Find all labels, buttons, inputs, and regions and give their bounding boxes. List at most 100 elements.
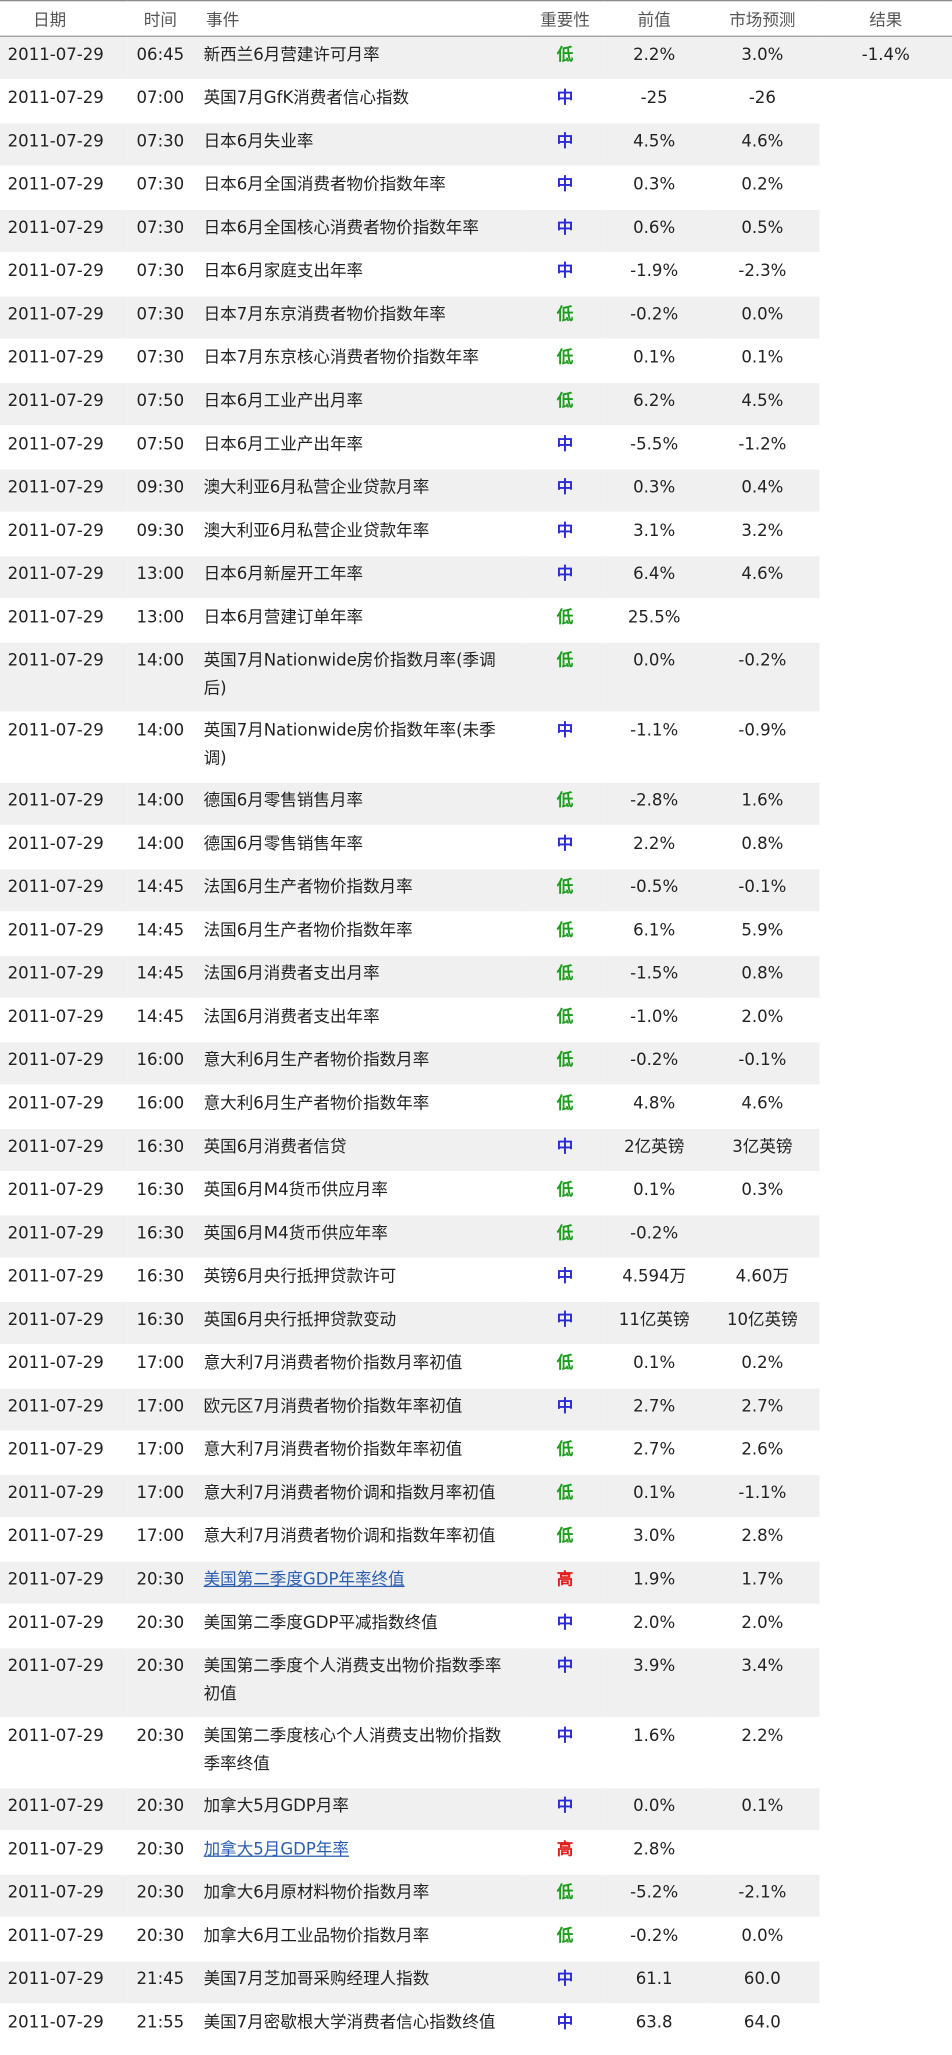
row-result — [820, 205, 952, 223]
row-forecast-cell: 0.1% — [705, 1787, 820, 1832]
row-importance: 低 — [556, 1483, 574, 1504]
row-event: 美国7月密歇根大学消费者信心指数终值 — [203, 2013, 496, 2033]
row-forecast: 3.2% — [741, 521, 784, 541]
row-importance-cell: 中 — [526, 1787, 604, 1832]
row-importance-cell: 中 — [526, 2003, 604, 2048]
row-date: 2011-07-29 — [7, 1007, 104, 1028]
row-forecast: 2.8% — [741, 1527, 784, 1547]
row-date: 2011-07-29 — [7, 721, 104, 741]
row-previous-cell: -1.0% — [603, 998, 706, 1043]
table-row: 2011-07-29 14:00 德国6月零售销售月率 低 -2.8% 1.6% — [0, 782, 952, 826]
row-importance-cell: 低 — [526, 1474, 604, 1519]
event-link[interactable]: 美国第二季度GDP年率终值 — [204, 1571, 405, 1590]
row-date: 2011-07-29 — [7, 1137, 104, 1157]
table-row: 2011-07-29 16:30 英国6月M4货币供应月率 低 0.1% 0.3% — [0, 1171, 952, 1216]
row-result — [820, 1783, 952, 1801]
row-date-cell: 2011-07-29 — [0, 1830, 128, 1875]
row-result-cell — [819, 1128, 952, 1173]
row-date: 2011-07-29 — [7, 2013, 104, 2033]
row-importance-cell: 低 — [526, 1084, 604, 1129]
row-event-cell: 英镑6月央行抵押贷款许可 — [193, 1258, 527, 1302]
table-row: 2011-07-29 09:30 澳大利亚6月私营企业贷款年率 中 3.1% 3.2% — [0, 512, 952, 557]
row-time-cell: 20:30 — [127, 1830, 194, 1875]
row-event: 英国6月央行抵押贷款变动 — [203, 1310, 397, 1330]
row-time: 20:30 — [136, 1727, 185, 1747]
row-previous-cell: 3.1% — [603, 512, 706, 557]
row-forecast-cell: 0.2% — [705, 166, 820, 210]
row-date: 2011-07-29 — [7, 478, 104, 498]
table-row: 2011-07-29 17:00 意大利7月消费者物价指数月率初值 低 0.1% 0.2% — [0, 1344, 952, 1389]
row-importance: 中 — [556, 1970, 574, 1990]
row-event: 日本6月家庭支出年率 — [203, 262, 364, 282]
row-date: 2011-07-29 — [7, 1657, 104, 1677]
row-event-cell: 日本6月新屋开工年率 — [193, 555, 527, 600]
row-forecast: 0.4% — [741, 478, 784, 498]
row-previous: 2.8% — [633, 1840, 676, 1860]
row-event: 加拿大6月工业品物价指数月率 — [203, 1926, 430, 1946]
row-time-cell: 09:30 — [127, 468, 194, 513]
row-previous-cell: -0.2% — [603, 295, 706, 340]
row-importance: 中 — [556, 1657, 574, 1677]
table-row: 2011-07-29 20:30 加拿大6月原材料物价指数月率 低 -5.2% -2.1% — [0, 1874, 952, 1918]
table-row: 2011-07-29 20:30 加拿大5月GDP月率 中 0.0% 0.1% — [0, 1787, 952, 1832]
row-result-cell — [819, 1474, 952, 1519]
row-date: 2011-07-29 — [7, 435, 104, 455]
row-event-cell: 日本6月全国核心消费者物价指数年率 — [193, 209, 527, 254]
row-result-cell — [819, 1787, 952, 1832]
row-time-cell: 14:00 — [127, 782, 194, 826]
row-time-cell: 09:30 — [127, 512, 194, 557]
row-previous: -1.9% — [630, 262, 679, 282]
row-result-cell — [819, 122, 952, 167]
row-previous: -2.8% — [630, 791, 679, 811]
row-event: 法国6月生产者物价指数年率 — [203, 921, 413, 941]
row-time-cell: 14:00 — [127, 642, 194, 713]
row-event-wrap: 日本7月东京核心消费者物价指数年率 — [193, 335, 526, 381]
row-result-cell — [819, 468, 952, 513]
row-result — [820, 291, 952, 309]
row-time-cell: 14:45 — [127, 911, 194, 956]
row-importance-cell: 中 — [526, 1647, 604, 1719]
row-event-wrap: 法国6月生产者物价指数月率 — [193, 864, 526, 910]
row-importance: 中 — [556, 175, 574, 195]
table-row: 2011-07-29 14:00 英国7月Nationwide房价指数年率(未季调)… — [0, 712, 952, 783]
row-date-cell: 2011-07-29 — [0, 1301, 128, 1346]
row-result — [820, 594, 952, 612]
row-importance: 中 — [556, 834, 574, 854]
row-result — [820, 1081, 952, 1099]
row-importance-cell: 低 — [526, 782, 604, 826]
row-result-cell — [819, 1301, 952, 1346]
row-previous-cell: 0.0% — [603, 642, 706, 713]
event-link[interactable]: 加拿大5月GDP年率 — [204, 1840, 349, 1859]
row-time: 16:30 — [136, 1224, 185, 1244]
row-previous: 2.0% — [633, 1613, 676, 1633]
row-forecast: 5.9% — [741, 921, 784, 941]
row-result — [820, 994, 952, 1012]
row-event-wrap: 英国6月央行抵押贷款变动 — [193, 1297, 526, 1343]
row-previous-cell: 0.3% — [603, 166, 706, 210]
row-result-cell — [819, 555, 952, 600]
row-result — [820, 551, 952, 569]
row-time: 20:30 — [136, 1657, 185, 1677]
row-forecast-cell: -2.3% — [705, 252, 820, 297]
row-time-cell: 20:30 — [127, 1917, 194, 1962]
row-result-cell — [819, 642, 952, 713]
row-time: 09:30 — [136, 478, 185, 498]
row-event: 澳大利亚6月私营企业贷款年率 — [203, 521, 430, 541]
row-forecast-cell — [705, 598, 820, 643]
row-forecast-cell: 2.0% — [705, 1604, 820, 1649]
row-result-cell — [819, 295, 952, 340]
row-forecast-cell: 3亿英镑 — [705, 1128, 820, 1173]
row-previous: 63.8 — [635, 2013, 673, 2033]
row-event-cell: 意大利6月生产者物价指数月率 — [193, 1041, 527, 1086]
row-importance-cell: 中 — [526, 555, 604, 600]
row-time: 09:30 — [136, 521, 185, 541]
table-row: 2011-07-29 20:30 美国第二季度个人消费支出物价指数季率初值 中 3.9%… — [0, 1647, 952, 1719]
row-event-wrap: 日本6月失业率 — [193, 118, 526, 164]
row-event-cell: 德国6月零售销售年率 — [193, 825, 527, 870]
row-event-wrap: 日本7月东京消费者物价指数年率 — [193, 291, 526, 337]
table-row: 2011-07-29 17:00 意大利7月消费者物价指数年率初值 低 2.7% 2.6% — [0, 1431, 952, 1476]
row-forecast-cell: 3.2% — [705, 512, 820, 557]
row-date-cell: 2011-07-29 — [0, 1171, 128, 1216]
row-previous: -0.2% — [630, 305, 679, 325]
row-time-cell: 14:00 — [127, 825, 194, 870]
